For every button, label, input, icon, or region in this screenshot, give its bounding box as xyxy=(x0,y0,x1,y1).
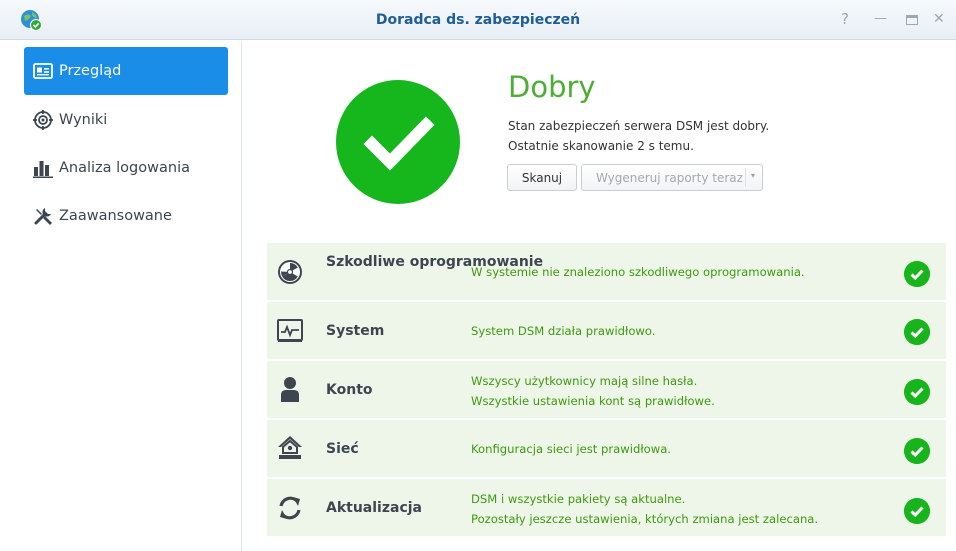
radiation-icon xyxy=(278,260,302,284)
status-title: Dobry xyxy=(508,70,596,104)
overview-icon xyxy=(33,63,53,79)
result-row-system: System System DSM działa prawidłowo. xyxy=(267,302,946,360)
check-circle-icon xyxy=(904,438,930,464)
network-home-icon xyxy=(278,436,302,459)
row-title: Aktualizacja xyxy=(326,500,422,516)
user-icon xyxy=(281,377,299,402)
button-divider xyxy=(745,168,746,187)
last-scan-text: Ostatnie skanowanie 2 s temu. xyxy=(508,139,694,153)
target-icon xyxy=(33,110,53,130)
sidebar: Przegląd Wyniki Analiza logowania Zaawan… xyxy=(0,41,242,551)
scan-button[interactable]: Skanuj xyxy=(507,164,577,191)
tools-icon xyxy=(34,208,52,225)
row-message: Pozostały jeszcze ustawienia, których zm… xyxy=(471,512,819,526)
row-title: Sieć xyxy=(326,441,359,457)
minimize-icon[interactable]: — xyxy=(874,10,887,28)
window-title: Doradca ds. zabezpieczeń xyxy=(375,12,581,28)
help-icon[interactable]: ? xyxy=(841,10,849,28)
row-message: System DSM działa prawidłowo. xyxy=(471,324,656,338)
result-row-account: Konto Wszyscy użytkownicy mają silne has… xyxy=(267,361,946,419)
sidebar-item-results[interactable]: Wyniki xyxy=(24,96,228,144)
row-message: DSM i wszystkie pakiety są aktualne. xyxy=(471,492,686,506)
title-bar: Doradca ds. zabezpieczeń ? — ✕ xyxy=(0,0,956,40)
close-icon[interactable]: ✕ xyxy=(933,10,945,28)
row-message: Wszyscy użytkownicy mają silne hasła. xyxy=(471,374,698,388)
check-circle-icon xyxy=(904,498,930,524)
maximize-icon[interactable] xyxy=(906,15,918,25)
row-message: Wszystkie ustawienia kont są prawidłowe. xyxy=(471,394,715,408)
row-title: Konto xyxy=(326,382,373,398)
result-row-malware: Szkodliwe oprogramowanie W systemie nie … xyxy=(267,243,946,301)
sidebar-item-label: Przegląd xyxy=(59,63,122,79)
check-circle-icon xyxy=(904,379,930,405)
chevron-down-icon[interactable]: ▾ xyxy=(751,171,755,180)
sidebar-item-login-analysis[interactable]: Analiza logowania xyxy=(24,144,228,192)
row-message: Konfiguracja sieci jest prawidłowa. xyxy=(471,442,671,456)
sidebar-item-advanced[interactable]: Zaawansowane xyxy=(24,192,228,240)
row-message: W systemie nie znaleziono szkodliwego op… xyxy=(471,265,805,279)
check-circle-icon xyxy=(904,261,930,287)
generate-report-button[interactable]: Wygeneruj raporty teraz ▾ xyxy=(581,164,763,191)
check-circle-icon xyxy=(904,319,930,345)
sidebar-item-label: Analiza logowania xyxy=(59,160,190,176)
generate-report-label: Wygeneruj raporty teraz xyxy=(596,170,743,185)
status-description: Stan zabezpieczeń serwera DSM jest dobry… xyxy=(508,119,770,133)
result-row-update: Aktualizacja DSM i wszystkie pakiety są … xyxy=(267,479,946,537)
bar-chart-icon xyxy=(33,161,53,178)
sidebar-item-overview[interactable]: Przegląd xyxy=(24,47,228,95)
result-row-network: Sieć Konfiguracja sieci jest prawidłowa. xyxy=(267,420,946,478)
status-good-icon xyxy=(336,80,460,204)
sidebar-item-label: Wyniki xyxy=(59,112,108,128)
update-icon xyxy=(279,496,301,520)
sidebar-item-label: Zaawansowane xyxy=(59,208,172,224)
system-monitor-icon xyxy=(277,319,303,342)
row-title: System xyxy=(326,323,385,339)
